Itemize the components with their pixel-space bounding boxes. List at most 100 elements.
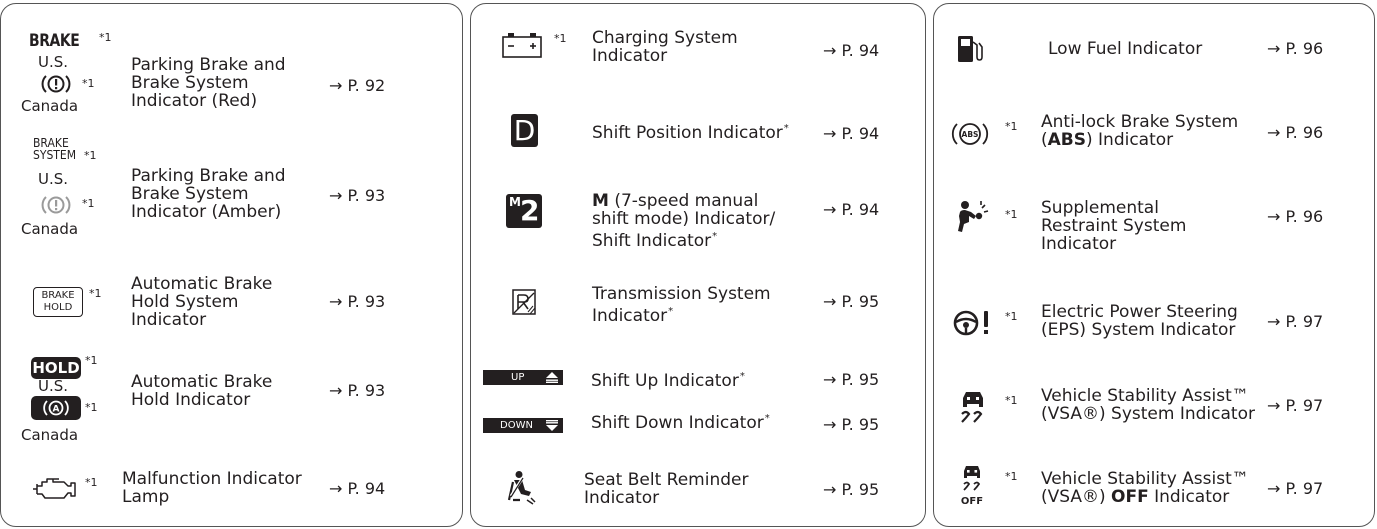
page-reference[interactable]: → P. 97 [1267,397,1323,415]
manual-shift-m2-icon: M 2 [506,194,542,228]
superscript-note: *1 [554,32,567,45]
page-reference[interactable]: → P. 93 [329,293,385,311]
page-reference[interactable]: → P. 94 [823,201,879,219]
up-word: UP [511,372,525,383]
superscript-note: *1 [82,77,95,90]
star-note: * [783,123,789,134]
down-word: DOWN [500,420,533,431]
superscript-note: *1 [1005,310,1018,323]
label-bold: OFF [1111,487,1149,507]
page-reference[interactable]: → P. 94 [823,42,879,60]
indicator-label: Anti-lock Brake System (ABS) Indicator [1041,113,1241,149]
indicator-label: Shift Down Indicator* [591,410,811,432]
indicator-label: M (7-speed manual shift mode) Indicator/… [592,192,792,250]
superscript-note: *1 [89,287,102,300]
vsa-skid-icon [958,390,988,424]
airbag-icon [956,200,992,234]
superscript-note: *1 [85,401,98,414]
page-reference[interactable]: → P. 97 [1267,480,1323,498]
us-label: U.S. [38,170,69,188]
page-reference[interactable]: → P. 95 [823,371,879,389]
indicator-label-text: Shift Down Indicator [591,413,764,433]
page-reference[interactable]: → P. 96 [1267,124,1323,142]
system-word: SYSTEM [33,148,77,162]
page-reference[interactable]: → P. 94 [329,480,385,498]
off-word: OFF [961,496,983,507]
indicator-label: Supplemental Restraint System Indicator [1041,198,1187,254]
superscript-note: *1 [85,476,98,489]
panel-brake-indicators: BRAKE *1 U.S. *1 Canada Parking Brake an… [0,3,463,527]
seat-belt-icon [505,470,539,506]
page-reference[interactable]: → P. 96 [1267,208,1323,226]
indicator-label: Shift Position Indicator* [592,120,832,142]
superscript-note: *1 [1005,208,1018,221]
label-bold: ABS [1047,130,1086,150]
panel-safety-indicators: Low Fuel Indicator → P. 96 ABS *1 Anti-l… [933,3,1375,527]
indicator-label-text: Shift Position Indicator [592,123,783,143]
vsa-off-icon: OFF [956,464,990,508]
superscript-note: *1 [1005,470,1018,483]
indicator-label: Charging System Indicator [592,28,738,66]
star-note: * [712,231,718,242]
indicator-label: Vehicle Stability Assist™ (VSA®) System … [1041,386,1255,424]
fuel-pump-icon [956,33,984,65]
label-post: ) Indicator [1086,130,1174,150]
page-reference[interactable]: → P. 97 [1267,313,1323,331]
shift-down-bar-icon: DOWN [483,418,563,433]
indicator-label: Transmission System Indicator* [592,285,792,325]
label-rest: (7-speed manual shift mode) Indicator/ S… [592,191,776,251]
indicator-label: Electric Power Steering (EPS) System Ind… [1041,302,1238,340]
indicator-label: Parking Brake and Brake System Indicator… [131,55,286,111]
page-reference[interactable]: → P. 95 [823,481,879,499]
abs-icon: ABS [950,120,990,148]
indicator-label: Low Fuel Indicator [1048,39,1203,59]
superscript-note: *1 [1005,120,1018,133]
page-reference[interactable]: → P. 93 [329,187,385,205]
engine-icon [31,474,77,502]
brake-hold-box-icon: BRAKE HOLD [33,287,83,317]
indicator-label: Parking Brake and Brake System Indicator… [131,166,286,222]
svg-text:A: A [53,405,60,415]
hold-badge-icon: HOLD [31,357,81,379]
superscript-note: *1 [82,197,95,210]
indicator-label: Shift Up Indicator* [591,368,791,390]
superscript-note: *1 [1005,394,1018,407]
label-bold: M [592,191,609,211]
page-reference[interactable]: → P. 95 [823,416,879,434]
abs-icon-text: ABS [962,130,979,139]
page-reference[interactable]: → P. 93 [329,382,385,400]
us-label: U.S. [38,377,69,395]
star-note: * [668,306,674,317]
panel-drivetrain-indicators: *1 Charging System Indicator → P. 94 D S… [470,3,926,527]
indicator-label: Malfunction Indicator Lamp [122,469,302,507]
superscript-note: *1 [84,149,97,162]
indicator-label: Vehicle Stability Assist™ (VSA®) OFF Ind… [1041,470,1271,506]
up-triangle-icon [546,372,558,383]
page-reference[interactable]: → P. 94 [823,125,879,143]
gear-number: 2 [520,194,540,227]
brake-word-icon: BRAKE [29,31,80,51]
indicator-label-text: Transmission System Indicator [592,284,771,326]
canada-label: Canada [21,220,79,238]
superscript-note: *1 [85,354,98,367]
indicator-label: Automatic Brake Hold Indicator [131,372,273,410]
page-reference[interactable]: → P. 96 [1267,40,1323,58]
canada-label: Canada [21,97,79,115]
star-note: * [764,413,770,424]
label-post: Indicator [1148,487,1230,507]
shift-up-bar-icon: UP [483,370,563,385]
brake-word: BRAKE [41,290,75,301]
brake-circle-icon [41,72,71,96]
battery-icon [501,30,543,58]
brake-circle-amber-icon [41,193,71,217]
down-triangle-icon [546,420,558,431]
page-reference[interactable]: → P. 92 [329,77,385,95]
us-label: U.S. [38,53,69,71]
indicator-label: Automatic Brake Hold System Indicator [131,274,273,330]
indicator-label: Seat Belt Reminder Indicator [584,470,749,508]
shift-position-d-icon: D [511,114,538,147]
superscript-note: *1 [99,31,112,44]
page-reference[interactable]: → P. 95 [823,293,879,311]
brake-system-word-icon: BRAKE SYSTEM [33,137,76,161]
star-note: * [739,371,745,382]
